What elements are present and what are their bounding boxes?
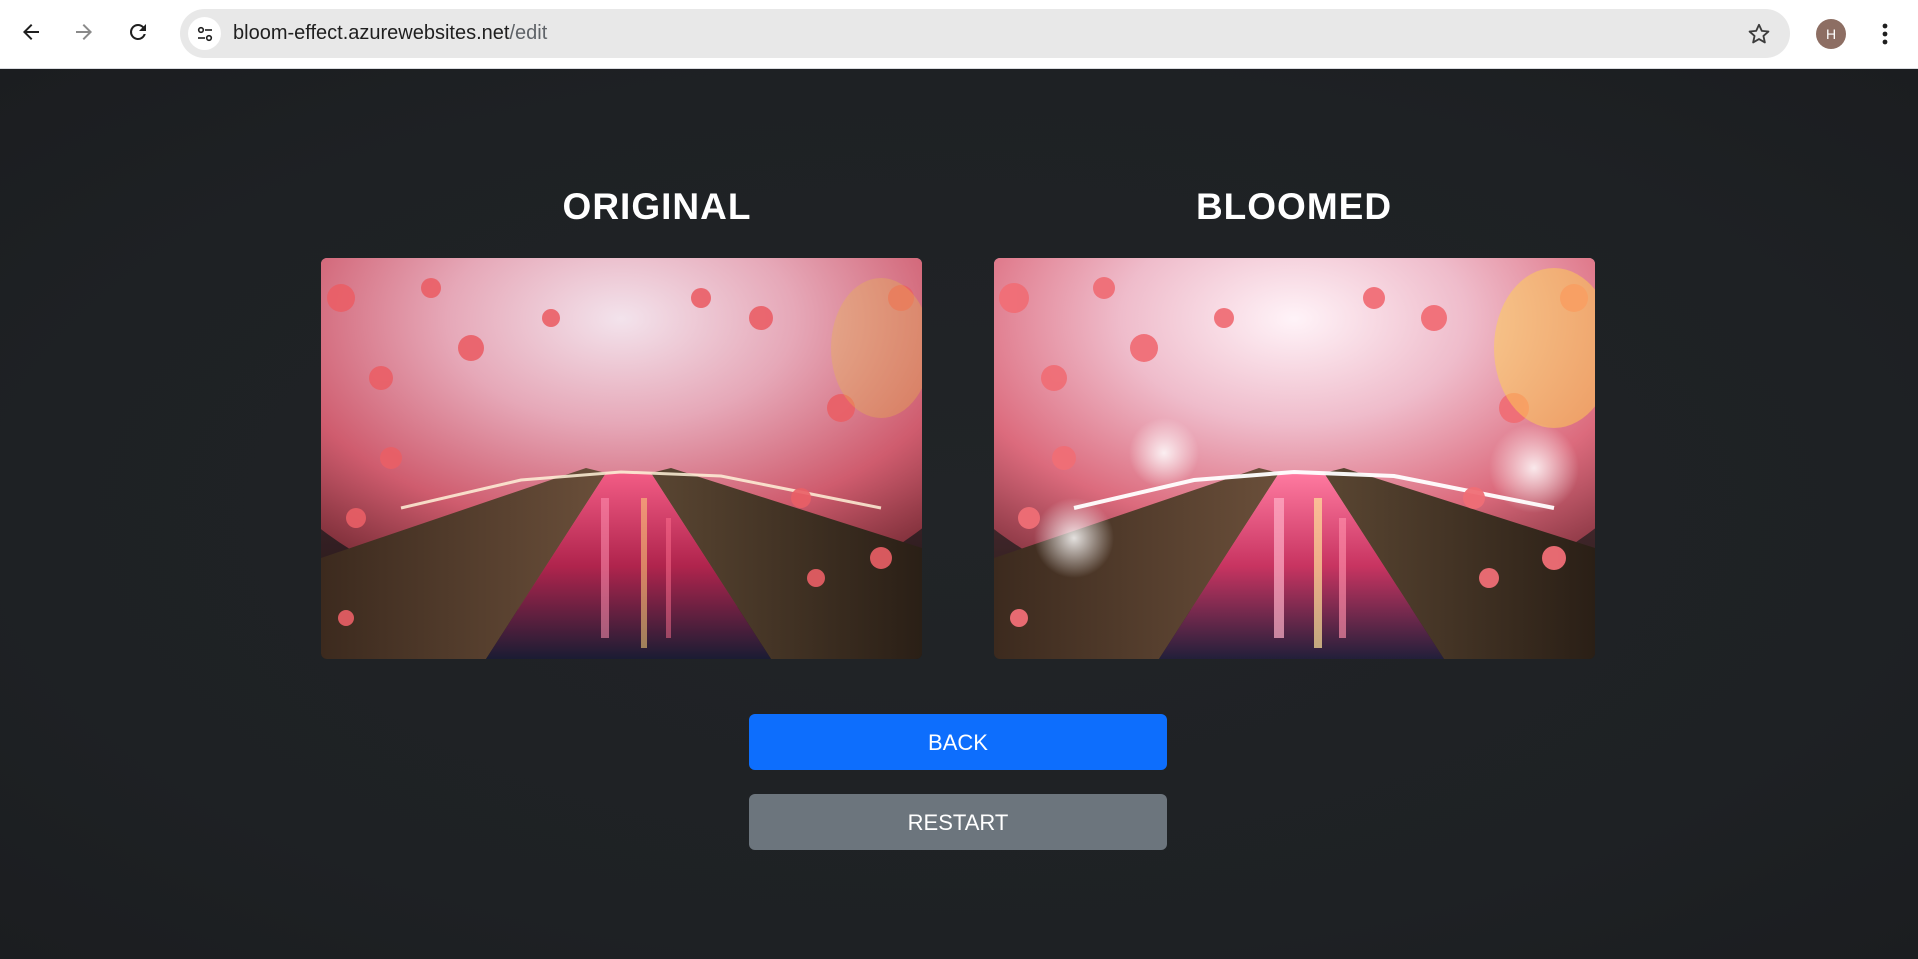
reload-button[interactable]: [120, 14, 156, 50]
address-bar[interactable]: bloom-effect.azurewebsites.net/edit: [180, 9, 1790, 58]
browser-menu-button[interactable]: [1870, 16, 1900, 52]
reload-icon: [130, 24, 146, 40]
kebab-menu-icon: [1882, 23, 1888, 45]
site-info-button[interactable]: [188, 17, 221, 50]
bloomed-image: [994, 258, 1595, 659]
tune-icon: [197, 26, 212, 41]
star-icon: [1748, 23, 1770, 44]
original-title: ORIGINAL: [562, 186, 752, 227]
back-button[interactable]: BACK: [749, 714, 1167, 770]
url-text[interactable]: bloom-effect.azurewebsites.net/edit: [233, 9, 547, 58]
arrow-left-icon: [23, 24, 39, 40]
forward-nav-button[interactable]: [66, 14, 102, 50]
bloomed-title: BLOOMED: [1195, 186, 1393, 227]
url-path: /edit: [509, 22, 548, 44]
profile-avatar[interactable]: H: [1816, 19, 1846, 49]
url-host: bloom-effect.azurewebsites.net: [233, 22, 510, 44]
original-image: [321, 258, 922, 659]
bookmark-button[interactable]: [1746, 21, 1772, 47]
page-body: ORIGINAL BLOOMED BACK RESTART: [0, 69, 1918, 959]
arrow-right-icon: [76, 24, 92, 40]
back-nav-button[interactable]: [13, 14, 49, 50]
browser-toolbar: bloom-effect.azurewebsites.net/edit H: [0, 0, 1918, 69]
restart-button[interactable]: RESTART: [749, 794, 1167, 850]
